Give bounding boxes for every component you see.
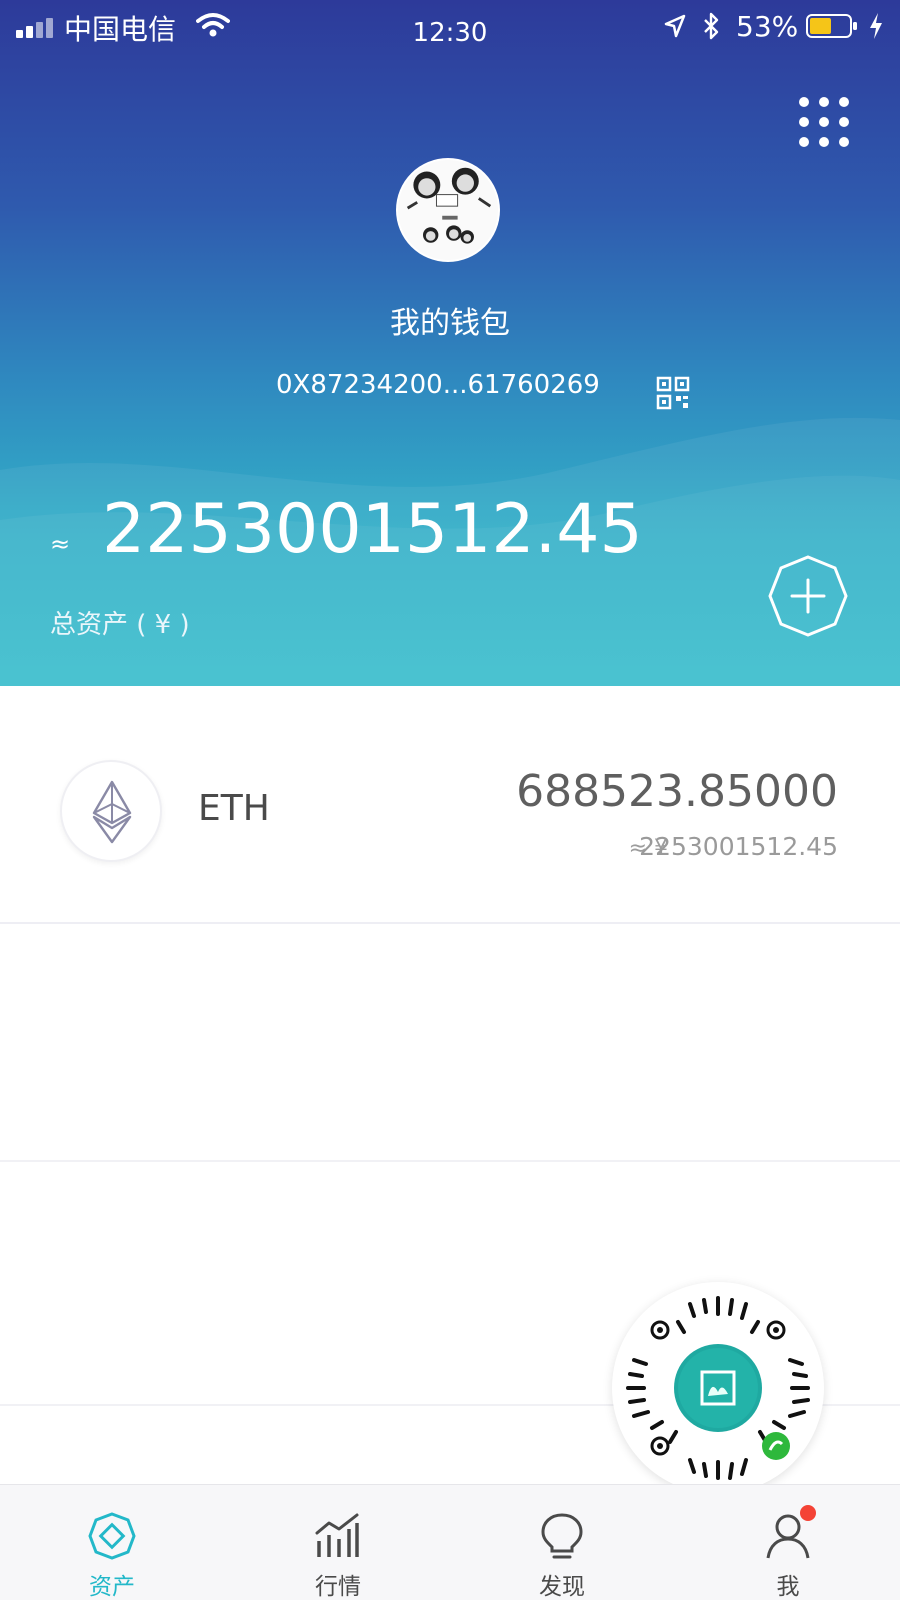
mini-program-code-image [626, 1296, 810, 1480]
notification-badge [800, 1505, 816, 1521]
qr-code-icon[interactable] [656, 376, 690, 410]
wallet-address[interactable]: 0X87234200...61760269 [276, 370, 600, 400]
market-chart-icon [315, 1513, 359, 1557]
avatar[interactable] [396, 158, 500, 262]
battery-icon [806, 14, 857, 38]
tab-me[interactable]: 我 [728, 1485, 848, 1600]
eth-logo [60, 760, 162, 862]
list-divider [0, 1160, 900, 1162]
total-asset-amount: 2253001512.45 [102, 490, 643, 569]
apps-grid-icon[interactable] [798, 96, 850, 148]
asset-fiat-value: 2253001512.45 [639, 832, 838, 861]
ethereum-icon [92, 780, 132, 844]
status-bar: 中国电信 12:30 53% [0, 0, 900, 56]
wallet-name: 我的钱包 [390, 306, 510, 341]
tab-discover[interactable]: 发现 [502, 1485, 622, 1600]
lightbulb-icon [541, 1513, 583, 1559]
add-asset-button[interactable] [766, 554, 850, 638]
tab-label: 行情 [315, 1574, 361, 1600]
header-wave-decoration [0, 417, 900, 686]
tab-label: 发现 [539, 1574, 585, 1600]
charging-bolt-icon [870, 13, 882, 39]
asset-balance: 688523.85000 [516, 766, 838, 817]
tab-label: 我 [776, 1574, 800, 1600]
location-arrow-icon [664, 14, 686, 38]
approx-symbol: ≈ [50, 530, 71, 558]
total-asset-label: 总资产 ( ¥ ) [50, 610, 190, 640]
mini-program-code[interactable] [612, 1282, 824, 1494]
asset-icon [88, 1512, 136, 1560]
tab-label: 资产 [89, 1574, 135, 1600]
battery-percent: 53% [736, 10, 799, 43]
tab-market[interactable]: 行情 [278, 1485, 398, 1600]
bluetooth-icon [704, 12, 719, 40]
bottom-tab-bar: 资产 行情 发现 我 [0, 1484, 900, 1600]
tab-assets[interactable]: 资产 [52, 1485, 172, 1600]
asset-symbol: ETH [198, 788, 270, 829]
wallet-header: 中国电信 12:30 53% 我的钱包 0X87234200...6176026… [0, 0, 900, 686]
avatar-meme-image [398, 160, 498, 260]
